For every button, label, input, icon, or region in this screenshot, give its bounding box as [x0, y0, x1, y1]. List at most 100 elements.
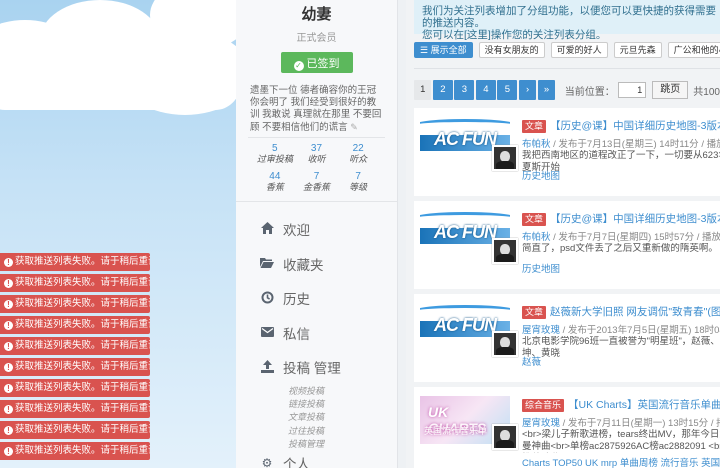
error-toast[interactable]: !获取推送列表失败。请于稍后重试。	[0, 337, 150, 355]
error-toast[interactable]: !获取推送列表失败。请于稍后重试。	[0, 253, 150, 271]
stat-item[interactable]: 7 等级	[337, 171, 379, 193]
error-toast[interactable]: !获取推送列表失败。请于稍后重试。	[0, 295, 150, 313]
sidebar-item-label: 个人	[283, 456, 310, 468]
filter-group[interactable]: 可爱的好人	[550, 42, 608, 58]
divider	[414, 68, 720, 69]
category-tag[interactable]: 文章	[522, 213, 547, 226]
user-bio: 遗墨下一位 德者确容你的王冠 你会明了 我们经受到很好的教训 我敢说 真理就在那…	[236, 73, 397, 137]
sidebar-menu: 欢迎 收藏夹 历史 私信 投稿 管理 视频投稿 链接投稿 文章投稿 过往投稿 投稿管理 …	[236, 201, 397, 468]
page-number[interactable]: 4	[475, 80, 496, 100]
sidebar-item-history[interactable]: 历史	[236, 281, 397, 316]
error-toast[interactable]: !获取推送列表失败。请于稍后重试。	[0, 400, 150, 418]
stat-item[interactable]: 37 收听	[296, 143, 338, 165]
author-avatar[interactable]	[492, 238, 518, 264]
filter-label: 元旦先森	[619, 45, 656, 55]
error-toast[interactable]: !获取推送列表失败。请于稍后重试。	[0, 421, 150, 439]
page-number-input[interactable]: 1	[617, 82, 647, 98]
jump-page-button[interactable]: 跳页	[652, 81, 689, 99]
feed-keywords[interactable]: 历史地图	[522, 261, 560, 275]
cloud-shape	[0, 60, 236, 110]
notice-line: 我们为关注列表增加了分组功能，以便您可以更快捷的获得需要的推送内容。	[422, 5, 716, 29]
stat-value: 7	[355, 171, 361, 182]
stat-item[interactable]: 44 香蕉	[254, 171, 296, 193]
error-toast[interactable]: !获取推送列表失败。请于稍后重试。	[0, 274, 150, 292]
filter-group[interactable]: 没有女朋友的	[478, 42, 545, 58]
feed-title-link[interactable]: 赵薇新大学旧照 网友调侃"致青春"(图)	[550, 306, 720, 318]
last-page-button[interactable]: »	[537, 80, 556, 100]
sidebar-item-messages[interactable]: 私信	[236, 316, 397, 351]
error-toast[interactable]: !获取推送列表失败。请于稍后重试。	[0, 316, 150, 334]
publish-info: / 发布于7月13日(星期三) 14时11分 / 播放:2603 / 评	[553, 139, 720, 150]
error-toast[interactable]: !获取推送列表失败。请于稍后重试。	[0, 379, 150, 397]
error-message: 获取推送列表失败。请于稍后重试。	[15, 361, 150, 372]
username[interactable]: 幼妻	[236, 0, 397, 23]
author-link[interactable]: 屋宵玫瑰	[522, 418, 560, 429]
page-number[interactable]: 2	[432, 80, 453, 100]
page-current[interactable]: 1	[414, 80, 432, 100]
gear-icon: ⚙	[261, 455, 273, 468]
feed-keywords[interactable]: 历史地图	[522, 168, 560, 182]
error-icon: !	[4, 384, 13, 393]
signed-in-button[interactable]: ✓ 已签到	[280, 52, 353, 73]
author-avatar[interactable]	[492, 424, 518, 450]
error-icon: !	[4, 258, 13, 267]
feed-item: UK CHARTS英国流行音乐单综合音乐【UK Charts】英国流行音乐单曲周…	[414, 387, 720, 468]
author-avatar[interactable]	[492, 145, 518, 171]
sidebar-item-favorites[interactable]: 收藏夹	[236, 247, 397, 282]
error-icon: !	[4, 279, 13, 288]
feed-title-link[interactable]: 【历史@课】中国详细历史地图-3版本-太袭	[550, 120, 720, 132]
error-icon: !	[4, 363, 13, 372]
error-toast[interactable]: !获取推送列表失败。请于稍后重试。	[0, 358, 150, 376]
next-page-button[interactable]: ›	[518, 80, 537, 100]
feed-title: 文章 赵薇新大学旧照 网友调侃"致青春"(图)	[522, 304, 720, 319]
sidebar-item-upload[interactable]: 投稿 管理	[236, 350, 397, 385]
stat-item[interactable]: 7 金香蕉	[296, 171, 338, 193]
user-stats: 5 过审投稿 37 收听 22 听众 44 香蕉 7 金香蕉 7 等级	[236, 138, 397, 193]
submenu-item[interactable]: 投稿管理	[288, 438, 397, 451]
category-tag[interactable]: 文章	[522, 306, 547, 319]
submenu-item[interactable]: 过往投稿	[288, 425, 397, 438]
author-link[interactable]: 布帕秋	[522, 232, 551, 243]
home-icon	[260, 222, 274, 236]
error-toast[interactable]: !获取推送列表失败。请于稍后重试。	[0, 442, 150, 460]
page-number[interactable]: 3	[454, 80, 475, 100]
submenu-item[interactable]: 链接投稿	[288, 398, 397, 411]
author-link[interactable]: 布帕秋	[522, 139, 551, 150]
stat-value: 7	[313, 171, 320, 182]
feed-title: 综合音乐【UK Charts】英国流行音乐单曲周榜 T0	[522, 397, 720, 412]
page-number[interactable]: 5	[497, 80, 518, 100]
acfun-logo: AC FUN	[434, 315, 497, 335]
group-filter-bar: ☰ 展示全部 没有女朋友的 可爱的好人 元旦先森 广公和他的小伙伴	[414, 42, 720, 58]
author-link[interactable]: 屋宵玫瑰	[522, 325, 560, 336]
sidebar-item-more[interactable]: ⚙ 个人	[236, 452, 397, 468]
submenu-item[interactable]: 视频投稿	[288, 385, 397, 398]
error-toast-list: !获取推送列表失败。请于稍后重试。!获取推送列表失败。请于稍后重试。!获取推送列…	[0, 253, 150, 463]
feed-title-link[interactable]: 【历史@课】中国详细历史地图-3版本-隋唐	[550, 213, 720, 225]
stat-label: 听众	[349, 154, 368, 164]
filter-group[interactable]: 元旦先森	[613, 42, 662, 58]
stat-value: 22	[352, 143, 364, 154]
category-tag[interactable]: 文章	[522, 120, 547, 133]
acfun-logo: AC FUN	[434, 129, 497, 149]
profile-panel: 幼妻 正式会员 ✓ 已签到 遗墨下一位 德者确容你的王冠 你会明了 我们经受到很好…	[236, 0, 398, 468]
total-count: 共100	[693, 86, 720, 98]
filter-group[interactable]: 广公和他的小伙伴	[667, 42, 720, 58]
edit-pencil-icon[interactable]: ✎	[350, 122, 358, 132]
stat-value: 5	[272, 143, 278, 154]
sidebar-item-welcome[interactable]: 欢迎	[236, 212, 397, 247]
feed-keywords[interactable]: Charts TOP50 UK mrp 单曲周榜 流行音乐 英国单曲	[522, 455, 720, 468]
error-icon: !	[4, 342, 13, 351]
list-icon: ☰	[420, 45, 431, 55]
stat-item[interactable]: 22 听众	[337, 143, 379, 165]
author-avatar[interactable]	[492, 331, 518, 357]
notice-line[interactable]: 您可以在[这里]操作您的关注列表分组。	[422, 29, 720, 41]
submenu-item[interactable]: 文章投稿	[288, 411, 397, 424]
member-level: 正式会员	[296, 33, 337, 44]
feed-title-link[interactable]: 【UK Charts】英国流行音乐单曲周榜 T0	[568, 399, 720, 411]
filter-show-all[interactable]: ☰ 展示全部	[414, 42, 473, 58]
stat-item[interactable]: 5 过审投稿	[254, 143, 296, 165]
page-number-list: 2345	[432, 80, 519, 100]
category-tag[interactable]: 综合音乐	[522, 399, 565, 412]
feed-keywords[interactable]: 赵薇	[522, 354, 541, 368]
sidebar-item-label: 历史	[283, 292, 310, 308]
